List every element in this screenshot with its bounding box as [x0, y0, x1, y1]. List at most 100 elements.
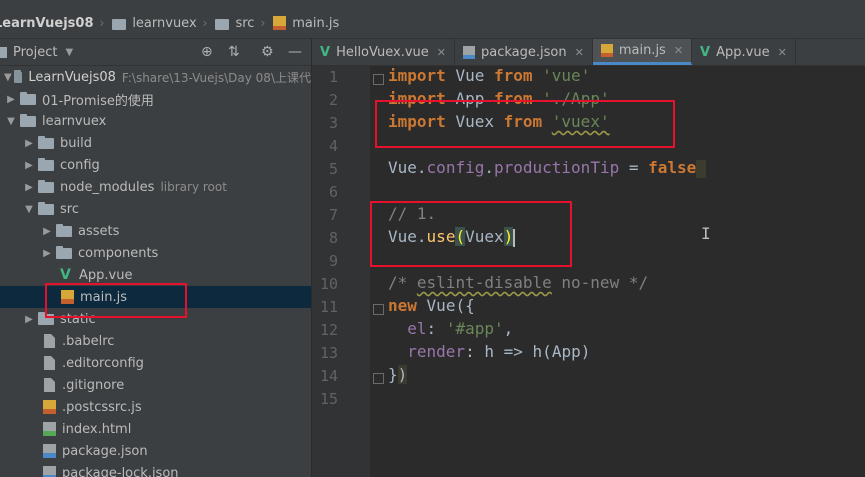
folder-icon [38, 179, 54, 193]
navigation-breadcrumb: LearnVuejs08 › learnvuex › src › main.js [0, 8, 865, 39]
tree-item-babelrc[interactable]: .babelrc [0, 330, 311, 352]
tree-item-index-html[interactable]: index.html [0, 418, 311, 440]
tree-item-label: build [60, 135, 92, 151]
breadcrumb-label: LearnVuejs08 [0, 15, 94, 31]
chevron-right-icon[interactable]: ▶ [22, 182, 36, 193]
tree-item-learnvuex[interactable]: ▼ learnvuex [0, 110, 311, 132]
chevron-right-icon[interactable]: ▶ [40, 226, 54, 237]
line-number: 10 [319, 275, 338, 293]
tree-item-label: package.json [62, 443, 148, 459]
tab-hellovuex-vue[interactable]: V HelloVuex.vue ✕ [312, 39, 456, 65]
tab-main-js[interactable]: main.js ✕ [592, 39, 693, 65]
code-line[interactable]: Vue.config.productionTip = false [388, 158, 707, 178]
collapse-icon[interactable]: ⇅ [228, 44, 240, 60]
menu-bar [0, 0, 865, 8]
line-number: 9 [328, 252, 338, 270]
globe-icon[interactable]: ⊕ [201, 44, 213, 60]
code-line[interactable]: import Vue from 'vue' [388, 66, 590, 85]
code-line[interactable]: new Vue({ [388, 296, 475, 315]
chevron-down-icon[interactable]: ▼ [4, 72, 12, 83]
line-number: 3 [328, 114, 338, 132]
tree-item-components[interactable]: ▶ components [0, 242, 311, 264]
chevron-down-icon[interactable]: ▼ [65, 47, 73, 58]
vue-icon: V [60, 267, 71, 283]
tab-label: package.json [481, 44, 567, 60]
chevron-right-icon[interactable]: ▶ [40, 248, 54, 259]
line-number: 5 [328, 160, 338, 178]
tree-item-01-promise[interactable]: ▶ 01-Promise的使用 [0, 88, 311, 110]
folder-icon [56, 223, 72, 237]
file-icon [44, 334, 55, 348]
tree-item-package-lock-json[interactable]: package-lock.json [0, 462, 311, 477]
fold-marker-icon[interactable] [373, 373, 384, 384]
tree-item-label: App.vue [79, 267, 133, 283]
tree-item-label: package-lock.json [62, 465, 179, 477]
folder-icon [215, 18, 230, 30]
chevron-down-icon[interactable]: ▼ [22, 204, 36, 215]
tree-item-label: assets [78, 223, 120, 239]
chevron-right-icon[interactable]: ▶ [22, 138, 36, 149]
tree-item-config[interactable]: ▶ config [0, 154, 311, 176]
close-icon[interactable]: ✕ [437, 46, 446, 59]
project-panel-title[interactable]: Project [13, 45, 57, 60]
breadcrumb-main-js[interactable]: main.js [273, 16, 339, 31]
tree-item-label: learnvuex [42, 113, 107, 129]
close-icon[interactable]: ✕ [575, 46, 584, 59]
tree-item-label: components [78, 245, 159, 261]
minimize-icon[interactable]: — [288, 44, 302, 60]
line-number: 13 [319, 344, 338, 362]
chevron-right-icon[interactable]: ▶ [4, 94, 18, 105]
tab-app-vue[interactable]: V App.vue ✕ [692, 39, 796, 65]
tree-item-label: .gitignore [62, 377, 125, 393]
annotation-box-vue-use [370, 201, 572, 267]
tree-item-package-json[interactable]: package.json [0, 440, 311, 462]
json-file-icon [463, 45, 476, 59]
tree-item-src[interactable]: ▼ src [0, 198, 311, 220]
breadcrumb-label: main.js [292, 15, 340, 31]
code-line[interactable]: }) [388, 365, 408, 384]
breadcrumb-learnvuex[interactable]: learnvuex › [112, 16, 215, 31]
tree-item-editorconfig[interactable]: .editorconfig [0, 352, 311, 374]
vue-icon: V [700, 44, 711, 60]
tree-item-build[interactable]: ▶ build [0, 132, 311, 154]
file-icon [44, 378, 55, 392]
tree-item-node-modules[interactable]: ▶ node_modules library root [0, 176, 311, 198]
close-icon[interactable]: ✕ [674, 44, 683, 57]
tab-label: HelloVuex.vue [336, 44, 429, 60]
tree-item-learnvuejs08[interactable]: ▼ LearnVuejs08 F:\share\13-Vuejs\Day 08\… [0, 66, 311, 88]
folder-icon [38, 157, 54, 171]
breadcrumb-label: src [235, 15, 255, 31]
tree-item-label: 01-Promise的使用 [42, 93, 154, 109]
chevron-down-icon[interactable]: ▼ [4, 116, 18, 127]
tree-item-assets[interactable]: ▶ assets [0, 220, 311, 242]
folder-icon [112, 18, 127, 30]
tree-item-gitignore[interactable]: .gitignore [0, 374, 311, 396]
folder-icon [13, 69, 23, 83]
line-number: 1 [328, 68, 338, 86]
code-line[interactable]: el: '#app', [388, 319, 513, 338]
code-line[interactable]: render: h => h(App) [388, 342, 590, 361]
tab-package-json[interactable]: package.json ✕ [455, 39, 593, 65]
tree-item-postcssrc[interactable]: .postcssrc.js [0, 396, 311, 418]
breadcrumb-project[interactable]: LearnVuejs08 › [0, 16, 112, 31]
close-icon[interactable]: ✕ [778, 46, 787, 59]
gear-icon[interactable]: ⚙ [261, 44, 274, 60]
file-icon [44, 356, 55, 370]
json-file-icon [43, 466, 56, 477]
js-file-icon [600, 44, 613, 57]
text-cursor-icon: I [701, 224, 711, 243]
fold-marker-icon[interactable] [373, 304, 384, 315]
tree-item-label: src [60, 201, 79, 217]
folder-icon [20, 113, 36, 127]
breadcrumb-src[interactable]: src › [215, 16, 273, 31]
project-tree: ▼ LearnVuejs08 F:\share\13-Vuejs\Day 08\… [0, 66, 311, 477]
fold-marker-icon[interactable] [373, 74, 384, 85]
code-line[interactable]: /* eslint-disable no-new */ [388, 273, 648, 292]
line-number: 11 [319, 298, 338, 316]
tree-item-label: node_modules [60, 179, 155, 195]
breadcrumb-label: learnvuex [132, 15, 197, 31]
chevron-right-icon[interactable]: ▶ [22, 314, 36, 325]
folder-icon [20, 91, 36, 105]
project-panel-header: Project ▼ ⊕ ⇅ ⚙ — [0, 39, 311, 66]
chevron-right-icon[interactable]: ▶ [22, 160, 36, 171]
